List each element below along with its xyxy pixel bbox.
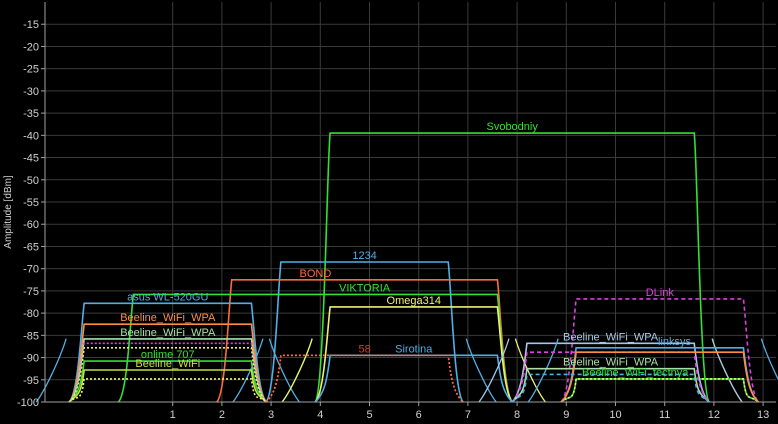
y-tick-label: -85 [23, 330, 39, 342]
wifi-amplitude-chart: Svobodniy1234BONDVIKTORIAasus WL-520GU Om… [17, 2, 778, 421]
network-label: BOND [299, 268, 331, 280]
x-tick-label: 5 [366, 409, 372, 421]
y-tick-label: -100 [17, 397, 39, 409]
network-label: 1234 [352, 250, 376, 262]
y-axis-label: Amplitude [dBm] [3, 175, 14, 249]
y-tick-label: -35 [23, 108, 39, 120]
y-tick-label: -70 [23, 264, 39, 276]
network-label: Beeline_WiFi_WPA [120, 327, 216, 339]
y-tick-label: -25 [23, 64, 39, 76]
x-tick-label: 7 [465, 409, 471, 421]
network-label: Svobodniy [486, 121, 538, 133]
network-curve [560, 298, 760, 403]
network-label: 58 [358, 343, 370, 355]
network-curve [560, 378, 759, 403]
network-side-lobe [35, 338, 67, 403]
network-curve [560, 378, 759, 403]
x-tick-label: 9 [563, 409, 569, 421]
y-tick-label: -65 [23, 241, 39, 253]
x-tick-label: 1 [170, 409, 176, 421]
x-tick-label: 11 [659, 409, 670, 421]
network-label: VIKTORIA [339, 282, 391, 294]
network-label: asus WL-520GU [127, 291, 208, 303]
y-tick-label: -45 [23, 153, 39, 165]
network-label: Sirotina [395, 343, 433, 355]
x-tick-label: 13 [757, 409, 769, 421]
series-labels: Svobodniy 1234 BOND VIKTORIA asus WL-520GU Om… [120, 121, 691, 379]
y-tick-label: -60 [23, 219, 39, 231]
network-side-lobe [281, 338, 313, 403]
y-axis-label-wrapper: Amplitude [dBm] [3, 175, 14, 249]
network-side-lobe [465, 338, 497, 403]
x-tick-label: 12 [708, 409, 720, 421]
y-tick-label: -40 [23, 130, 39, 142]
network-side-lobe [514, 338, 546, 403]
network-curve [68, 378, 267, 403]
network-label: Omega314 [387, 295, 441, 307]
network-label: linksys [658, 336, 692, 348]
y-tick-label: -30 [23, 86, 39, 98]
y-tick-label: -50 [23, 175, 39, 187]
x-tick-label: 4 [317, 409, 323, 421]
y-tick-label: -15 [23, 19, 39, 31]
y-tick-label: -95 [23, 375, 39, 387]
network-side-lobe [268, 338, 300, 403]
network-label: Beeline_WiFi_WPA [563, 331, 659, 343]
y-tick-label: -20 [23, 41, 39, 53]
x-tick-label: 8 [514, 409, 520, 421]
x-tick-label: 10 [609, 409, 621, 421]
x-tick-label: 2 [219, 409, 225, 421]
network-label: Beeline_WiFi [135, 358, 200, 370]
y-tick-label: -75 [23, 286, 39, 298]
y-tick-label: -90 [23, 353, 39, 365]
axes: -15 -20 -25 -30 -35 -40 -45 -50 -55 -60 -65 -70 -75 -… [17, 2, 776, 421]
y-tick-label: -55 [23, 197, 39, 209]
network-label: Beeline_WiFi_WPA [120, 312, 216, 324]
network-side-lobe [281, 338, 313, 403]
network-side-lobe [760, 338, 778, 381]
y-tick-label: -80 [23, 308, 39, 320]
x-tick-label: 6 [416, 409, 422, 421]
network-side-lobe [527, 338, 559, 403]
network-label: DLink [646, 287, 675, 299]
x-tick-label: 3 [268, 409, 274, 421]
network-label: Beeline_WiFi_tectnya [582, 367, 689, 379]
